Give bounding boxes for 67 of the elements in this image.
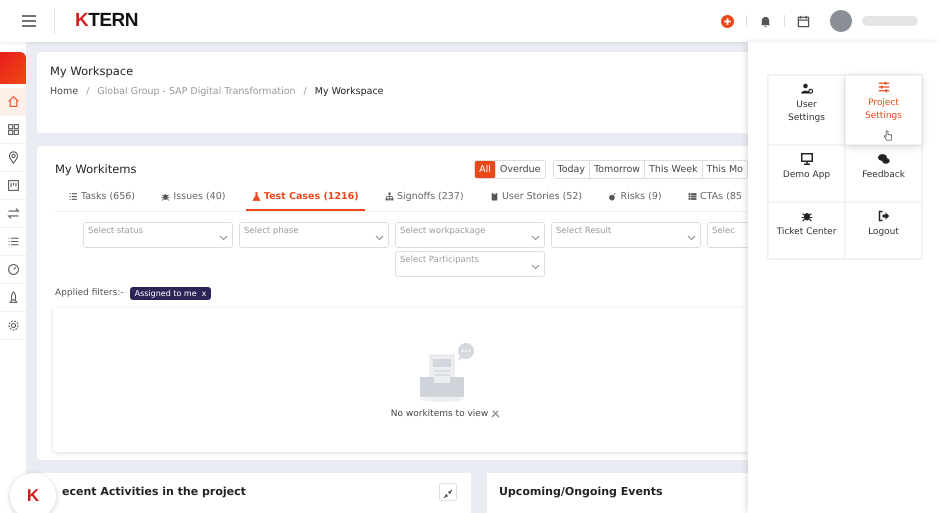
- calendar-icon[interactable]: [797, 14, 810, 28]
- section-title: My Workitems: [55, 162, 136, 176]
- card-title: ecent Activities in the project: [62, 485, 246, 498]
- select-field[interactable]: Select Participants: [395, 250, 545, 277]
- breadcrumb-separator: /: [86, 86, 90, 97]
- chat-bubbles-icon: [878, 152, 890, 165]
- filter-chip[interactable]: Assigned to me x: [130, 286, 212, 300]
- select-field[interactable]: Select workpackage: [395, 222, 545, 248]
- page-title: My Workspace: [50, 64, 134, 78]
- select-field[interactable]: Select phase: [239, 222, 389, 248]
- blurred-user-name: [862, 16, 918, 26]
- grid-icon: [6, 123, 20, 136]
- chevron-down-icon: [531, 264, 540, 270]
- add-icon[interactable]: [721, 14, 734, 28]
- rocket-icon: [6, 291, 20, 304]
- swap-arrows-icon: [6, 207, 20, 220]
- filter-button[interactable]: All: [475, 160, 496, 178]
- location-pin-icon: [6, 151, 20, 164]
- card-title: Upcoming/Ongoing Events: [499, 485, 663, 498]
- tools-icon: [491, 409, 500, 418]
- collapse-arrows-icon: [443, 489, 453, 499]
- tab[interactable]: Tasks (656): [63, 186, 142, 211]
- breadcrumb-link[interactable]: Home: [50, 86, 78, 97]
- tab[interactable]: Signoffs (237): [378, 186, 470, 211]
- chevron-down-icon: [219, 234, 228, 241]
- avatar[interactable]: [830, 10, 852, 32]
- hand-cursor-icon: [882, 130, 894, 142]
- chevron-down-icon: [375, 234, 384, 241]
- collapse-button[interactable]: [439, 483, 457, 501]
- task-list-icon: [69, 192, 78, 201]
- tab[interactable]: Risks (9): [602, 186, 668, 211]
- applied-filters-label: Applied filters:-: [55, 288, 124, 298]
- bug-icon: [161, 192, 170, 201]
- notification-bell-icon[interactable]: [759, 14, 772, 28]
- sliders-icon: [878, 81, 890, 94]
- board-icon: [6, 179, 20, 192]
- breadcrumb-separator: /: [304, 86, 307, 97]
- menu-tile[interactable]: Demo App: [768, 145, 845, 202]
- list-icon: [6, 235, 20, 248]
- table-icon: [688, 192, 697, 201]
- menu-tile[interactable]: Feedback: [845, 145, 922, 202]
- sidebar-item[interactable]: [0, 88, 26, 116]
- brand-logo: KTERN: [75, 10, 138, 32]
- chevron-down-icon: [531, 234, 540, 241]
- hierarchy-icon: [384, 192, 394, 201]
- menu-tile[interactable]: Project Settings: [845, 75, 922, 145]
- tab[interactable]: Test Cases (1216): [246, 186, 365, 211]
- filter-button[interactable]: Today: [554, 160, 590, 178]
- user-gear-icon: [800, 83, 812, 96]
- monitor-icon: [800, 152, 812, 165]
- settings-icon: [6, 319, 20, 332]
- clipboard-icon: [490, 192, 499, 201]
- menu-tile[interactable]: User Settings: [768, 75, 845, 145]
- tab[interactable]: User Stories (52): [484, 186, 588, 211]
- select-field[interactable]: Select status: [83, 222, 233, 248]
- logout-icon: [878, 210, 890, 222]
- bomb-icon: [608, 192, 618, 201]
- home-icon: [6, 95, 20, 108]
- gauge-icon: [6, 263, 20, 276]
- tab[interactable]: Issues (40): [155, 186, 232, 211]
- empty-state-message: No workitems to view: [390, 408, 488, 419]
- chevron-down-icon: [687, 234, 696, 241]
- menu-tile[interactable]: Logout: [845, 202, 922, 259]
- menu-icon[interactable]: [22, 15, 36, 27]
- flask-icon: [252, 192, 261, 201]
- tab[interactable]: CTAs (85: [682, 186, 748, 211]
- menu-tile[interactable]: Ticket Center: [768, 202, 845, 259]
